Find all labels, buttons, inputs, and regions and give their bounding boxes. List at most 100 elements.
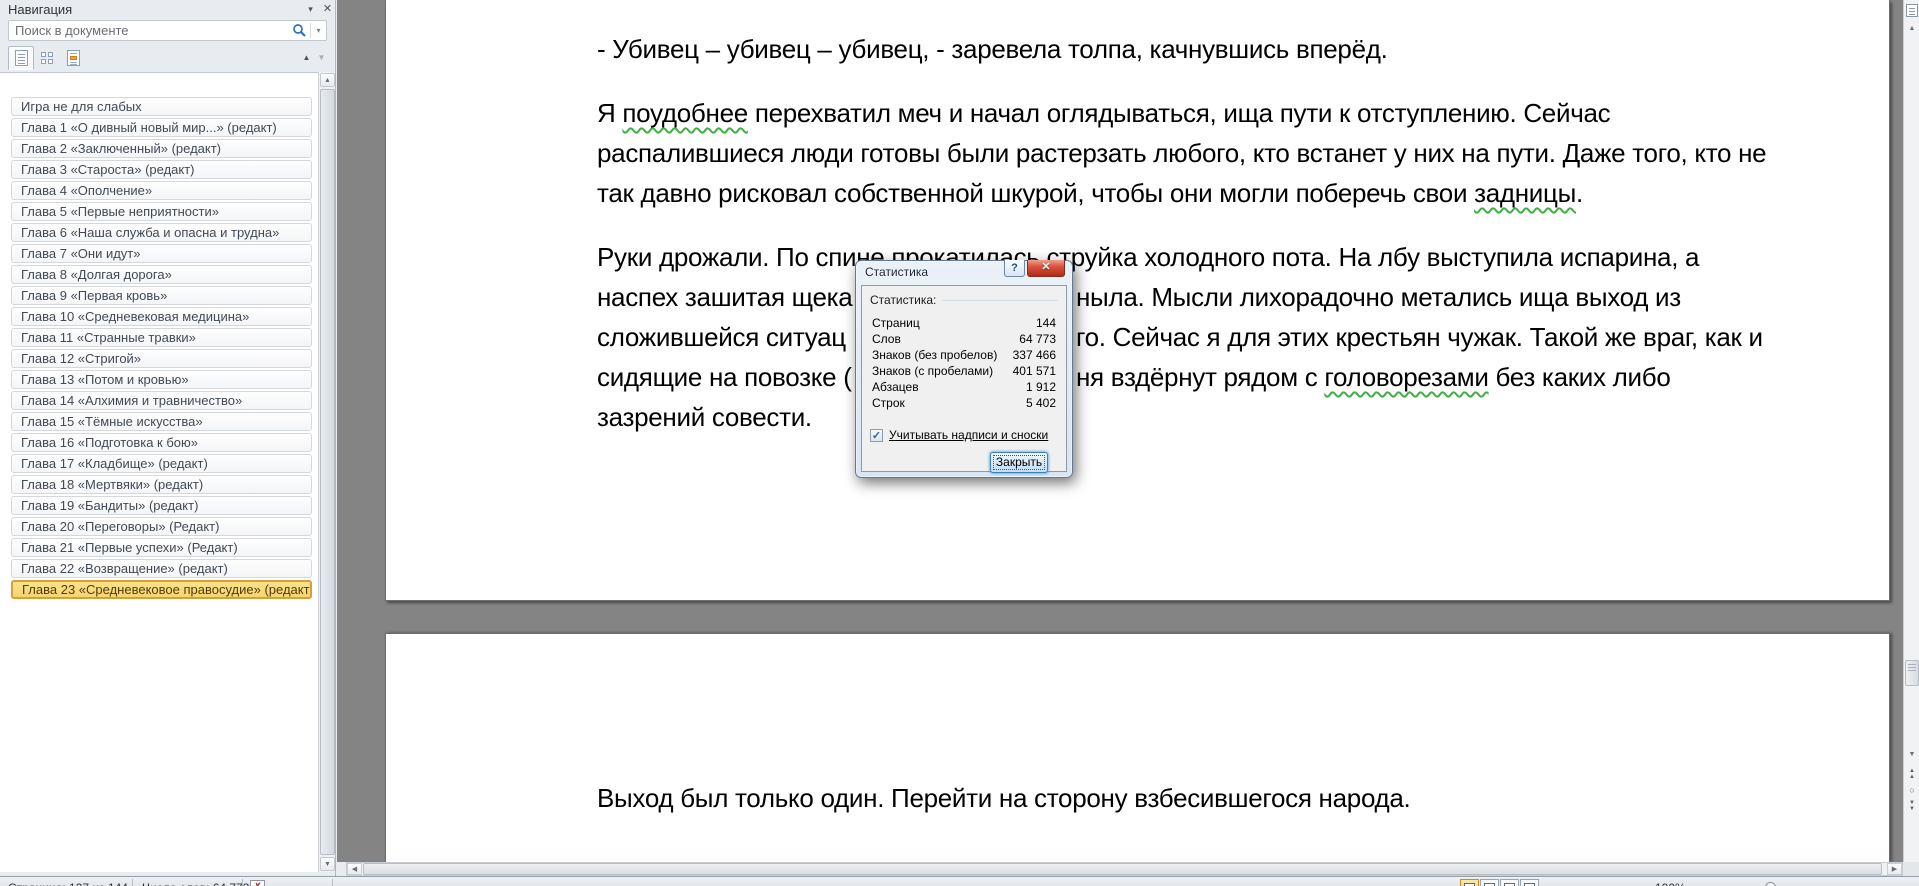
paragraph-line: сложившейся ситуацго. Сейчас я для этих … (597, 318, 1867, 358)
headings-list: Игра не для слабых Глава 1 «О дивный нов… (0, 72, 318, 872)
page-indicator[interactable]: Страница: 137 из 144 (8, 881, 128, 886)
stat-value: 64 773 (1019, 332, 1056, 346)
paragraph-line: так давно рисковал собственной шкурой, ч… (597, 174, 1867, 214)
status-divider (132, 879, 133, 886)
navigation-scrollbar[interactable]: ▲ ▼ (318, 72, 335, 872)
nav-item[interactable]: Глава 20 «Переговоры» (Редакт) (11, 517, 312, 536)
zoom-level[interactable]: 100% (1655, 881, 1686, 886)
nav-item[interactable]: Глава 18 «Мертвяки» (редакт) (11, 475, 312, 494)
text-run: наспех зашитая щека (597, 282, 852, 312)
nav-item[interactable]: Глава 14 «Алхимия и травничество» (11, 391, 312, 410)
stat-value: 144 (1036, 316, 1056, 330)
pane-close-icon[interactable]: ✕ (320, 2, 335, 16)
dialog-help-button[interactable]: ? (1004, 260, 1025, 277)
navigation-tabs (8, 46, 86, 70)
stat-row: Знаков (без пробелов)337 466 (872, 348, 1056, 364)
scroll-right-icon[interactable]: ▶ (1887, 863, 1902, 875)
scroll-up-icon[interactable]: ▲ (1905, 22, 1919, 36)
stat-row: Строк5 402 (872, 396, 1056, 412)
dialog-close-button[interactable]: ✕ (1027, 260, 1065, 277)
nav-item[interactable]: Глава 7 «Они идут» (11, 244, 312, 263)
close-button[interactable]: Закрыть (990, 452, 1048, 473)
next-page-icon[interactable]: ▼▼ (1905, 800, 1919, 815)
previous-heading-icon[interactable]: ▲ (299, 50, 314, 65)
nav-item[interactable]: Глава 1 «О дивный новый мир...» (редакт) (11, 118, 312, 137)
outline-view-button[interactable] (1500, 879, 1519, 886)
draft-view-button[interactable] (1520, 879, 1539, 886)
scroll-down-icon[interactable]: ▼ (1905, 748, 1919, 762)
web-layout-view-button[interactable] (1480, 879, 1499, 886)
vertical-scrollbar-thumb[interactable] (1905, 660, 1919, 686)
search-options-dropdown-icon[interactable]: ▾ (311, 26, 326, 35)
headings-list-icon (15, 50, 28, 66)
stat-row: Слов64 773 (872, 332, 1056, 348)
text-run: - Убивец – убивец – убивец, - заревела т… (597, 34, 1388, 64)
nav-item[interactable]: Глава 8 «Долгая дорога» (11, 265, 312, 284)
search-input[interactable] (9, 22, 288, 39)
nav-item[interactable]: Глава 9 «Первая кровь» (11, 286, 312, 305)
tab-browse-headings[interactable] (8, 46, 34, 70)
nav-item[interactable]: Глава 22 «Возвращение» (редакт) (11, 559, 312, 578)
text-run: ныла. Мысли лихорадочно метались ища вых… (1076, 278, 1681, 316)
tab-browse-pages[interactable] (34, 46, 60, 70)
ruler-toggle-icon[interactable] (1906, 4, 1918, 17)
navigation-scrollbar-thumb[interactable] (320, 89, 335, 855)
nav-item[interactable]: Глава 11 «Странные травки» (11, 328, 312, 347)
nav-item[interactable]: Глава 21 «Первые успехи» (Редакт) (11, 538, 312, 557)
nav-item[interactable]: Глава 3 «Староста» (редакт) (11, 160, 312, 179)
statistics-rows: Страниц144 Слов64 773 Знаков (без пробел… (872, 316, 1056, 412)
stat-value: 337 466 (1013, 348, 1056, 362)
nav-item[interactable]: Глава 17 «Кладбище» (редакт) (11, 454, 312, 473)
navigation-pane: Навигация ▾ ✕ ▾ ▲ ▼ Игра не для слабых Г… (0, 0, 336, 876)
nav-item[interactable]: Глава 16 «Подготовка к бою» (11, 433, 312, 452)
nav-item[interactable]: Глава 5 «Первые неприятности» (11, 202, 312, 221)
word-count-indicator[interactable]: Число слов: 64 773 (142, 881, 249, 886)
word-window: { "navigation_pane": { "title": "Навигац… (0, 0, 1919, 886)
document-page-2[interactable]: Выход был только один. Перейти на сторон… (385, 633, 1890, 862)
text-run: Руки дрожали. По спине прокатилась струй… (597, 242, 1699, 272)
nav-item[interactable]: Глава 4 «Ополчение» (11, 181, 312, 200)
nav-item[interactable]: Глава 12 «Стригой» (11, 349, 312, 368)
checkbox-label[interactable]: Учитывать надписи и сноски (889, 428, 1048, 442)
scroll-down-icon[interactable]: ▼ (320, 857, 335, 871)
nav-item[interactable]: Глава 6 «Наша служба и опасна и трудна» (11, 223, 312, 242)
paragraph-line: зазрений совести. (597, 398, 1867, 438)
pane-options-dropdown-icon[interactable]: ▾ (303, 2, 318, 16)
tab-browse-results[interactable] (60, 46, 86, 70)
nav-item[interactable]: Глава 13 «Потом и кровью» (11, 370, 312, 389)
scroll-up-icon[interactable]: ▲ (320, 73, 335, 87)
stat-label: Строк (872, 396, 905, 410)
nav-item[interactable]: Глава 10 «Средневековая медицина» (11, 307, 312, 326)
nav-item[interactable]: Игра не для слабых (11, 97, 312, 116)
horizontal-scrollbar-thumb[interactable] (363, 863, 1882, 875)
heading-nav-buttons: ▲ ▼ (299, 50, 329, 65)
document-page-1[interactable]: - Убивец – убивец – убивец, - заревела т… (385, 0, 1890, 601)
group-divider (942, 300, 1058, 301)
vertical-scrollbar[interactable]: ▲ ▼ ▲▲ ○ ▼▼ (1903, 0, 1919, 862)
nav-item[interactable]: Глава 2 «Заключенный» (редакт) (11, 139, 312, 158)
nav-item[interactable]: Глава 15 «Тёмные искусства» (11, 412, 312, 431)
text-run: Я (597, 98, 622, 128)
focus-rectangle (993, 455, 1045, 470)
status-bar: Страница: 137 из 144 Число слов: 64 773 … (0, 876, 1919, 886)
page1-text: - Убивец – убивец – убивец, - заревела т… (597, 30, 1867, 438)
select-browse-object-icon[interactable]: ○ (1905, 784, 1919, 798)
status-divider (242, 879, 243, 886)
proofing-error-icon[interactable]: ✗ (250, 880, 265, 886)
nav-item[interactable]: Глава 19 «Бандиты» (редакт) (11, 496, 312, 515)
search-icon[interactable] (288, 22, 310, 39)
statistics-group-label: Статистика: (870, 293, 936, 307)
zoom-slider-handle[interactable] (1765, 882, 1776, 886)
stat-value: 401 571 (1013, 364, 1056, 378)
nav-item-selected[interactable]: Глава 23 «Средневековое правосудие» (ред… (11, 580, 312, 599)
scroll-left-icon[interactable]: ◀ (347, 863, 362, 875)
horizontal-scrollbar[interactable]: ◀ ▶ (346, 862, 1903, 876)
print-layout-view-button[interactable] (1460, 879, 1479, 886)
next-heading-icon[interactable]: ▼ (314, 50, 329, 65)
stat-row: Абзацев1 912 (872, 380, 1056, 396)
checkbox-checked-icon[interactable]: ✓ (870, 429, 883, 442)
paragraph-line: - Убивец – убивец – убивец, - заревела т… (597, 30, 1867, 70)
previous-page-icon[interactable]: ▲▲ (1905, 768, 1919, 783)
document-search-box[interactable]: ▾ (8, 20, 327, 41)
paragraph-line: Руки дрожали. По спине прокатилась струй… (597, 238, 1867, 278)
